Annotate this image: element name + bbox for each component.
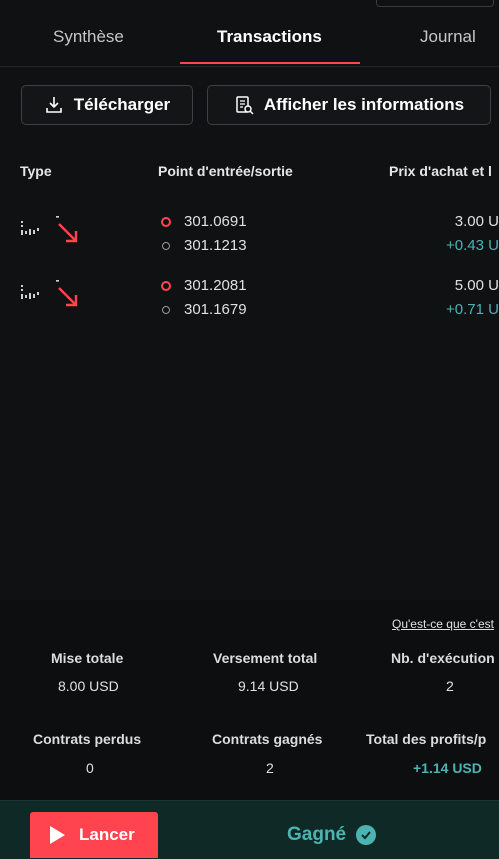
total-payout-label: Versement total bbox=[213, 650, 318, 666]
profit-value: +0.71 U bbox=[446, 301, 499, 318]
column-header-entry-exit: Point d'entrée/sortie bbox=[158, 163, 293, 179]
total-profit-label: Total des profits/p bbox=[366, 731, 487, 747]
buy-price: 3.00 U bbox=[454, 213, 499, 230]
table-row[interactable]: 301.2081 301.1679 5.00 U +0.71 U bbox=[0, 276, 499, 332]
download-icon bbox=[45, 97, 62, 113]
lost-contracts-value: 0 bbox=[86, 760, 94, 776]
tab-summary[interactable]: Synthèse bbox=[53, 27, 124, 47]
download-button[interactable]: Télécharger bbox=[21, 85, 193, 125]
launch-button-label: Lancer bbox=[79, 825, 135, 844]
total-stake-label: Mise totale bbox=[51, 650, 124, 666]
arrow-down-right-icon bbox=[56, 216, 78, 243]
arrow-down-right-icon bbox=[56, 280, 78, 307]
won-contracts-label: Contrats gagnés bbox=[212, 731, 323, 747]
trade-type-icon bbox=[21, 285, 39, 299]
total-payout-value: 9.14 USD bbox=[238, 678, 299, 694]
runs-value: 2 bbox=[446, 678, 454, 694]
buy-price: 5.00 U bbox=[454, 277, 499, 294]
entry-point: 301.2081 bbox=[161, 277, 247, 294]
won-contracts-value: 2 bbox=[266, 760, 274, 776]
exit-point: 301.1679 bbox=[162, 301, 247, 318]
exit-value: 301.1679 bbox=[184, 301, 247, 318]
info-document-icon bbox=[236, 96, 254, 115]
entry-value: 301.0691 bbox=[184, 213, 247, 230]
show-info-button[interactable]: Afficher les informations bbox=[207, 85, 491, 125]
exit-marker-icon bbox=[162, 241, 170, 250]
launch-button[interactable]: Lancer bbox=[30, 812, 158, 858]
table-row[interactable]: 301.0691 301.1213 3.00 U +0.43 U bbox=[0, 212, 499, 268]
entry-point: 301.0691 bbox=[161, 213, 247, 230]
column-header-buy-price: Prix d'achat et l bbox=[389, 163, 492, 179]
help-link[interactable]: Qu'est-ce que c'est bbox=[392, 617, 494, 631]
profit-value: +0.43 U bbox=[446, 237, 499, 254]
exit-marker-icon bbox=[162, 305, 170, 314]
trade-type-icon bbox=[21, 221, 39, 235]
exit-point: 301.1213 bbox=[162, 237, 247, 254]
download-button-label: Télécharger bbox=[73, 95, 171, 114]
exit-value: 301.1213 bbox=[184, 237, 247, 254]
entry-marker-icon bbox=[161, 280, 171, 291]
check-icon bbox=[356, 825, 377, 845]
runs-label: Nb. d'exécution bbox=[391, 650, 495, 666]
tab-journal[interactable]: Journal bbox=[420, 27, 476, 47]
show-info-button-label: Afficher les informations bbox=[263, 95, 465, 114]
run-status-label: Gagné bbox=[287, 824, 347, 845]
active-tab-indicator bbox=[180, 62, 360, 64]
column-header-type: Type bbox=[20, 163, 52, 179]
tab-transactions[interactable]: Transactions bbox=[217, 27, 322, 47]
entry-value: 301.2081 bbox=[184, 277, 247, 294]
play-icon bbox=[50, 826, 65, 844]
lost-contracts-label: Contrats perdus bbox=[33, 731, 142, 747]
run-status: Gagné bbox=[287, 824, 377, 846]
total-stake-value: 8.00 USD bbox=[58, 678, 119, 694]
entry-marker-icon bbox=[161, 216, 171, 227]
total-profit-value: +1.14 USD bbox=[413, 760, 482, 776]
tab-bar: Synthèse Transactions Journal bbox=[0, 0, 499, 67]
